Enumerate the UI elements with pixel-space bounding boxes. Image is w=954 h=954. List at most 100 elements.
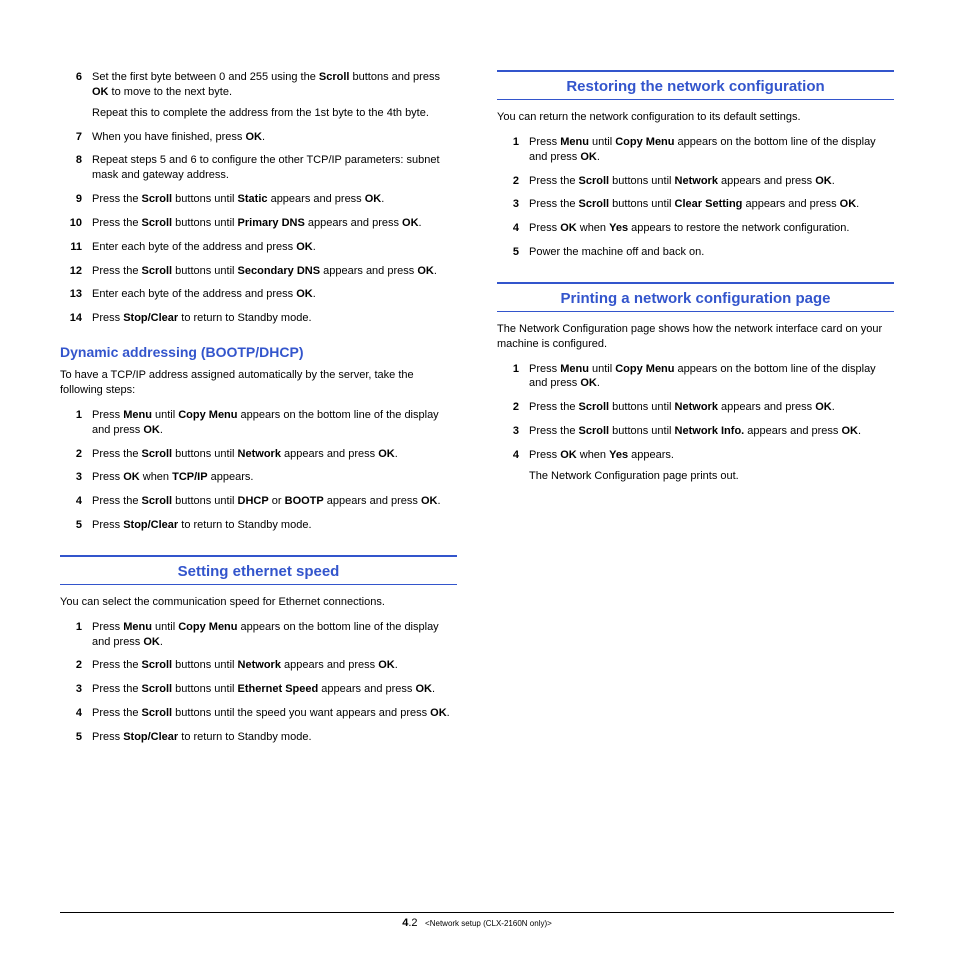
step-text: Press Menu until Copy Menu appears on th… xyxy=(92,620,457,650)
restoring-heading: Restoring the network configuration xyxy=(497,70,894,100)
step-number: 12 xyxy=(60,264,92,279)
step-number: 13 xyxy=(60,287,92,302)
step-number: 7 xyxy=(60,130,92,145)
step-number: 8 xyxy=(60,153,92,183)
step-number: 3 xyxy=(60,470,92,485)
step-item: 13Enter each byte of the address and pre… xyxy=(60,287,457,302)
step-item: 6Set the first byte between 0 and 255 us… xyxy=(60,70,457,121)
ethernet-speed-intro: You can select the communication speed f… xyxy=(60,595,457,610)
step-text: Press the Scroll buttons until Primary D… xyxy=(92,216,457,231)
restoring-steps: 1Press Menu until Copy Menu appears on t… xyxy=(497,135,894,260)
step-text: Power the machine off and back on. xyxy=(529,245,894,260)
step-number: 1 xyxy=(497,362,529,392)
step-text: Press Menu until Copy Menu appears on th… xyxy=(92,408,457,438)
step-item: 3Press the Scroll buttons until Ethernet… xyxy=(60,682,457,697)
step-number: 4 xyxy=(497,448,529,484)
step-text: Press the Scroll buttons until DHCP or B… xyxy=(92,494,457,509)
step-text: Press Stop/Clear to return to Standby mo… xyxy=(92,730,457,745)
step-text: Press the Scroll buttons until Clear Set… xyxy=(529,197,894,212)
step-number: 1 xyxy=(60,620,92,650)
step-text: Press the Scroll buttons until Secondary… xyxy=(92,264,457,279)
step-item: 5Press Stop/Clear to return to Standby m… xyxy=(60,730,457,745)
right-column: Restoring the network configuration You … xyxy=(497,70,894,754)
step-number: 3 xyxy=(497,197,529,212)
step-item: 4Press OK when Yes appears.The Network C… xyxy=(497,448,894,484)
step-number: 5 xyxy=(60,518,92,533)
step-number: 10 xyxy=(60,216,92,231)
step-number: 5 xyxy=(60,730,92,745)
ethernet-speed-steps: 1Press Menu until Copy Menu appears on t… xyxy=(60,620,457,745)
page-footer: 4.2 <Network setup (CLX-2160N only)> xyxy=(60,912,894,929)
step-number: 4 xyxy=(60,706,92,721)
columns: 6Set the first byte between 0 and 255 us… xyxy=(60,70,894,754)
step-item: 1Press Menu until Copy Menu appears on t… xyxy=(60,408,457,438)
step-text: Press Stop/Clear to return to Standby mo… xyxy=(92,518,457,533)
step-item: 4Press the Scroll buttons until the spee… xyxy=(60,706,457,721)
step-item: 3Press OK when TCP/IP appears. xyxy=(60,470,457,485)
step-number: 2 xyxy=(497,174,529,189)
step-item: 11Enter each byte of the address and pre… xyxy=(60,240,457,255)
dynamic-addressing-heading: Dynamic addressing (BOOTP/DHCP) xyxy=(60,344,457,360)
step-number: 11 xyxy=(60,240,92,255)
step-text: Press the Scroll buttons until Network I… xyxy=(529,424,894,439)
step-item: 2Press the Scroll buttons until Network … xyxy=(497,174,894,189)
step-item: 4Press the Scroll buttons until DHCP or … xyxy=(60,494,457,509)
step-item: 5Power the machine off and back on. xyxy=(497,245,894,260)
step-item: 7When you have finished, press OK. xyxy=(60,130,457,145)
step-text: Press Menu until Copy Menu appears on th… xyxy=(529,362,894,392)
dynamic-addressing-intro: To have a TCP/IP address assigned automa… xyxy=(60,368,457,398)
step-number: 4 xyxy=(497,221,529,236)
step-text: Press Stop/Clear to return to Standby mo… xyxy=(92,311,457,326)
printing-intro: The Network Configuration page shows how… xyxy=(497,322,894,352)
step-text: Press the Scroll buttons until the speed… xyxy=(92,706,457,721)
step-text: Press the Scroll buttons until Network a… xyxy=(529,174,894,189)
page: 6Set the first byte between 0 and 255 us… xyxy=(0,0,954,954)
step-number: 5 xyxy=(497,245,529,260)
step-text: Press the Scroll buttons until Network a… xyxy=(529,400,894,415)
step-number: 9 xyxy=(60,192,92,207)
step-text: Press OK when Yes appears.The Network Co… xyxy=(529,448,894,484)
step-text: When you have finished, press OK. xyxy=(92,130,457,145)
step-item: 2Press the Scroll buttons until Network … xyxy=(60,447,457,462)
step-text: Enter each byte of the address and press… xyxy=(92,287,457,302)
step-text: Set the first byte between 0 and 255 usi… xyxy=(92,70,457,121)
step-number: 4 xyxy=(60,494,92,509)
step-text: Press the Scroll buttons until Static ap… xyxy=(92,192,457,207)
step-text: Press Menu until Copy Menu appears on th… xyxy=(529,135,894,165)
step-item: 10Press the Scroll buttons until Primary… xyxy=(60,216,457,231)
restoring-intro: You can return the network configuration… xyxy=(497,110,894,125)
step-item: 3Press the Scroll buttons until Network … xyxy=(497,424,894,439)
step-number: 14 xyxy=(60,311,92,326)
step-number: 2 xyxy=(60,447,92,462)
step-item: 12Press the Scroll buttons until Seconda… xyxy=(60,264,457,279)
step-text: Press the Scroll buttons until Network a… xyxy=(92,447,457,462)
dynamic-addressing-steps: 1Press Menu until Copy Menu appears on t… xyxy=(60,408,457,533)
step-item: 2Press the Scroll buttons until Network … xyxy=(497,400,894,415)
step-item: 14Press Stop/Clear to return to Standby … xyxy=(60,311,457,326)
ethernet-speed-heading: Setting ethernet speed xyxy=(60,555,457,585)
step-text: Press OK when TCP/IP appears. xyxy=(92,470,457,485)
step-text: Press OK when Yes appears to restore the… xyxy=(529,221,894,236)
step-item: 1Press Menu until Copy Menu appears on t… xyxy=(497,135,894,165)
step-number: 1 xyxy=(60,408,92,438)
step-text: Press the Scroll buttons until Ethernet … xyxy=(92,682,457,697)
step-item: 4Press OK when Yes appears to restore th… xyxy=(497,221,894,236)
step-item: 5Press Stop/Clear to return to Standby m… xyxy=(60,518,457,533)
step-number: 3 xyxy=(497,424,529,439)
step-number: 2 xyxy=(497,400,529,415)
printing-steps: 1Press Menu until Copy Menu appears on t… xyxy=(497,362,894,484)
step-text: Repeat steps 5 and 6 to configure the ot… xyxy=(92,153,457,183)
page-number-minor: .2 xyxy=(408,917,417,929)
printing-heading: Printing a network configuration page xyxy=(497,282,894,312)
step-number: 3 xyxy=(60,682,92,697)
steps-continued: 6Set the first byte between 0 and 255 us… xyxy=(60,70,457,326)
step-item: 1Press Menu until Copy Menu appears on t… xyxy=(60,620,457,650)
step-item: 8Repeat steps 5 and 6 to configure the o… xyxy=(60,153,457,183)
step-number: 6 xyxy=(60,70,92,121)
step-number: 1 xyxy=(497,135,529,165)
left-column: 6Set the first byte between 0 and 255 us… xyxy=(60,70,457,754)
step-item: 2Press the Scroll buttons until Network … xyxy=(60,658,457,673)
step-item: 1Press Menu until Copy Menu appears on t… xyxy=(497,362,894,392)
step-number: 2 xyxy=(60,658,92,673)
step-item: 9Press the Scroll buttons until Static a… xyxy=(60,192,457,207)
